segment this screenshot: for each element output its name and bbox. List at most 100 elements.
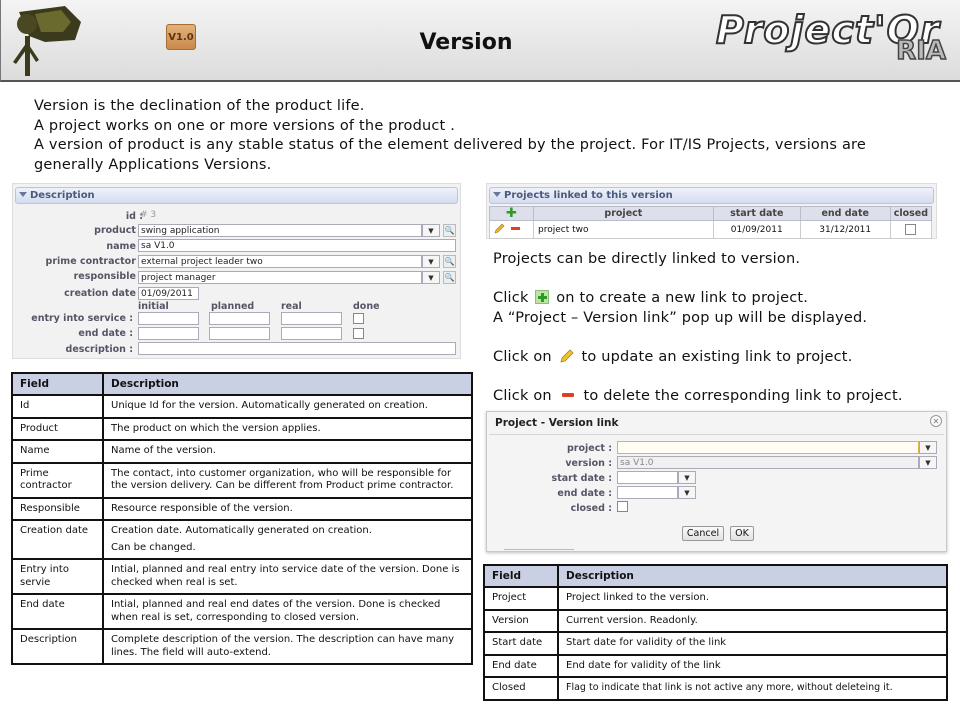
field-cell: Version (483, 608, 559, 633)
description-cell: Creation date. Automatically generated o… (102, 519, 473, 560)
ok-button[interactable]: OK (730, 526, 754, 541)
brand-sub-text: RIA (895, 35, 946, 67)
help-line: Click on to update an existing link to p… (493, 348, 948, 368)
product-search-icon[interactable]: 🔍 (443, 224, 456, 237)
header-banner: V1.0 Version Project'Or RIA (0, 0, 960, 82)
closed-cell (889, 220, 933, 239)
project-dropdown-button[interactable]: ▼ (919, 441, 937, 454)
prime-contractor-select[interactable]: external project leader two (138, 255, 422, 268)
delete-minus-icon (561, 392, 574, 397)
table-row: End date Intial, planned and real end da… (11, 593, 473, 630)
prime-contractor-search-icon[interactable]: 🔍 (443, 255, 456, 268)
field-cell: Id (11, 394, 104, 419)
description-cell: Intial, planned and real end dates of th… (102, 593, 473, 630)
end-date-label: end date : (557, 488, 612, 499)
prime-contractor-dropdown-button[interactable]: ▼ (422, 255, 440, 268)
intro-line: A project works on one or more versions … (34, 117, 456, 134)
column-header: project (532, 206, 714, 221)
project-cell[interactable]: project two (532, 220, 714, 239)
closed-checkbox[interactable] (617, 501, 628, 512)
dialog-title: Project - Version link (495, 417, 619, 429)
start-date-dropdown-button[interactable]: ▼ (678, 471, 696, 484)
entry-planned-input[interactable] (209, 312, 270, 325)
help-line: Click on to create a new link to project… (493, 289, 948, 309)
description-section-header[interactable]: Description (15, 187, 458, 204)
field-cell: Name (11, 439, 104, 464)
description-textarea[interactable] (138, 342, 456, 355)
col-done: done (353, 301, 380, 312)
project-select[interactable] (617, 441, 919, 454)
column-header: Field (483, 564, 559, 588)
help-click-on: Click on (493, 348, 552, 365)
column-header: end date (799, 206, 891, 221)
creation-date-input[interactable]: 01/09/2011 (138, 287, 199, 300)
description-cell: Project linked to the version. (557, 586, 948, 611)
version-label: version : (565, 458, 612, 469)
product-select[interactable]: swing application (138, 224, 422, 237)
description-cell: Current version. Readonly. (557, 608, 948, 633)
description-cell: The product on which the version applies… (102, 416, 473, 441)
name-input[interactable]: sa V1.0 (138, 239, 456, 252)
field-cell: Entry into servie (11, 558, 104, 595)
description-cell: Start date for validity of the link (557, 631, 948, 656)
entry-done-checkbox[interactable] (353, 313, 364, 324)
table-row: Entry into servie Intial, planned and re… (11, 558, 473, 595)
column-header: Field (11, 372, 104, 396)
description-cell: Flag to indicate that link is not active… (557, 676, 948, 701)
entry-initial-input[interactable] (138, 312, 199, 325)
projects-linked-panel: Projects linked to this version ✚ projec… (486, 183, 937, 239)
closed-checkbox[interactable] (905, 223, 917, 235)
product-dropdown-button[interactable]: ▼ (422, 224, 440, 237)
field-cell: Responsible (11, 496, 104, 521)
collapse-triangle-icon[interactable] (493, 192, 501, 197)
version-select[interactable]: sa V1.0 (617, 456, 919, 469)
cancel-button[interactable]: Cancel (682, 526, 724, 541)
field-cell: End date (483, 653, 559, 678)
add-link-header[interactable]: ✚ (489, 206, 534, 221)
table-header-row: Field Description (483, 564, 948, 588)
responsible-dropdown-button[interactable]: ▼ (422, 271, 440, 284)
help-edit-text: to update an existing link to project. (581, 348, 853, 365)
projects-section-header[interactable]: Projects linked to this version (489, 187, 934, 204)
col-real: real (281, 301, 302, 312)
delete-minus-icon[interactable] (510, 227, 520, 230)
divider (504, 549, 574, 550)
collapse-triangle-icon[interactable] (19, 192, 27, 197)
table-row: Name Name of the version. (11, 439, 473, 464)
brand-logo: Project'Or RIA (715, 7, 947, 72)
edit-pencil-icon[interactable] (494, 223, 506, 234)
end-date-input[interactable] (617, 486, 678, 499)
end-initial-input[interactable] (138, 327, 199, 340)
description-cell: Complete description of the version. The… (102, 628, 473, 665)
edit-pencil-icon (560, 348, 574, 363)
table-row: project two 01/09/2011 31/12/2011 (489, 220, 933, 239)
help-line: Projects can be directly linked to versi… (493, 251, 801, 267)
description-line: Creation date. Automatically generated o… (111, 525, 372, 536)
table-header-row: Field Description (11, 372, 473, 396)
end-done-checkbox[interactable] (353, 328, 364, 339)
description-panel: Description id : # 3 product : swing app… (12, 183, 461, 359)
field-cell: Start date (483, 631, 559, 656)
section-title: Projects linked to this version (504, 190, 673, 201)
close-icon[interactable]: ✕ (930, 415, 942, 427)
description-cell: Unique Id for the version. Automatically… (102, 394, 473, 419)
field-cell: Project (483, 586, 559, 611)
column-header: start date (712, 206, 801, 221)
entry-real-input[interactable] (281, 312, 342, 325)
table-row: Creation date Creation date. Automatical… (11, 519, 473, 560)
end-date-dropdown-button[interactable]: ▼ (678, 486, 696, 499)
version-dropdown-button[interactable]: ▼ (919, 456, 937, 469)
help-click-on: Click on (493, 387, 552, 404)
responsible-search-icon[interactable]: 🔍 (443, 271, 456, 284)
column-header: Description (557, 564, 948, 588)
section-title: Description (30, 190, 95, 201)
start-date-input[interactable] (617, 471, 678, 484)
row-actions (489, 220, 534, 239)
end-real-input[interactable] (281, 327, 342, 340)
end-planned-input[interactable] (209, 327, 270, 340)
responsible-select[interactable]: project manager (138, 271, 422, 284)
description-label: description : (65, 344, 133, 355)
intro-text: Version is the declination of the produc… (34, 97, 934, 175)
table-row: Prime contractor The contact, into custo… (11, 461, 473, 499)
table-row: Id Unique Id for the version. Automatica… (11, 394, 473, 419)
